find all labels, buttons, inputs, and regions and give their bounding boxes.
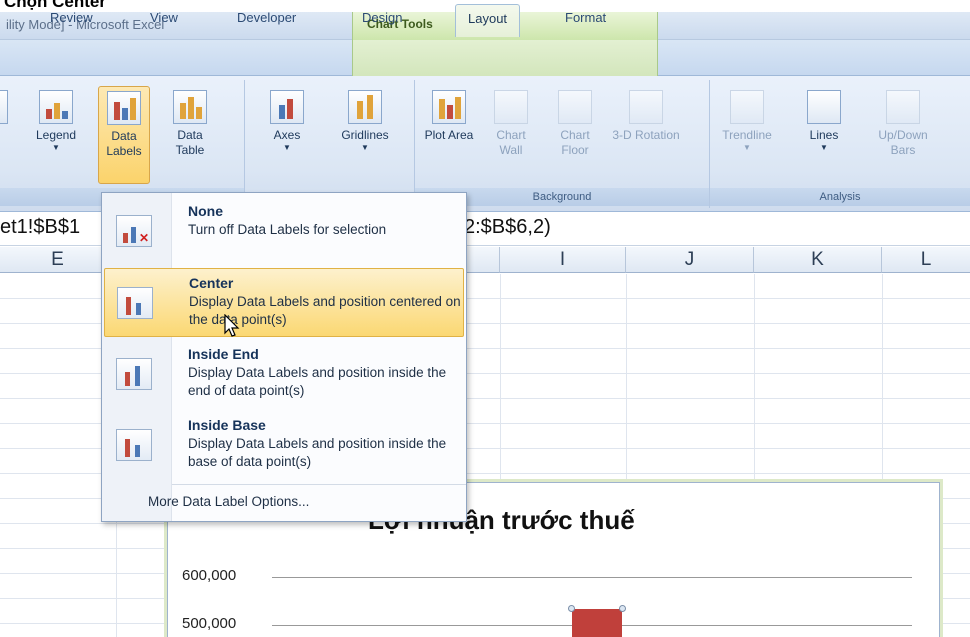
data-labels-icon xyxy=(107,91,141,125)
y-tick-label: 500,000 xyxy=(182,615,237,632)
trendline-button[interactable]: Trendline ▼ xyxy=(716,86,778,184)
updown-bars-label: Up/Down Bars xyxy=(878,128,928,157)
name-box[interactable]: et1!$B$1 xyxy=(0,216,80,239)
column-header-e[interactable]: E xyxy=(0,247,116,273)
gridlines-label: Gridlines xyxy=(341,128,389,142)
column-header-l[interactable]: L xyxy=(882,247,970,273)
tab-view[interactable]: View xyxy=(150,10,178,25)
chart-bar[interactable] xyxy=(572,609,622,637)
column-header-i[interactable]: I xyxy=(500,247,626,273)
menu-item-none[interactable]: ✕ None Turn off Data Labels for selectio… xyxy=(104,197,464,266)
gridlines-button[interactable]: Gridlines ▼ xyxy=(329,86,401,184)
column-header-k[interactable]: K xyxy=(754,247,882,273)
menu-item-title: Inside Base xyxy=(188,417,266,433)
group-analysis: Trendline ▼ Lines ▼ Up/Down Bars Analysi… xyxy=(710,80,970,208)
data-labels-menu: ✕ None Turn off Data Labels for selectio… xyxy=(101,192,467,522)
plot-area-button[interactable]: Plot Area xyxy=(423,86,475,184)
group-axes: Axes ▼ Gridlines ▼ xyxy=(245,80,415,208)
updown-bars-icon xyxy=(886,90,920,124)
trendline-label: Trendline xyxy=(722,128,772,142)
data-labels-button[interactable]: Data Labels xyxy=(98,86,150,184)
tab-developer[interactable]: Developer xyxy=(237,10,296,25)
axes-label: Axes xyxy=(273,128,301,142)
gridlines-icon xyxy=(348,90,382,124)
lines-label: Lines xyxy=(809,128,839,142)
mouse-pointer-icon xyxy=(224,314,240,337)
group-background: Plot Area Chart Wall Chart Floor 3-D Rot… xyxy=(415,80,710,208)
group-labels: Legend ▼ Data Labels Data Table Labels xyxy=(0,80,245,208)
gridline xyxy=(272,577,912,578)
chevron-down-icon: ▼ xyxy=(283,143,291,152)
data-table-icon xyxy=(173,90,207,124)
chart-floor-icon xyxy=(558,90,592,124)
selection-handle[interactable] xyxy=(619,605,626,612)
menu-item-title: Inside End xyxy=(188,346,259,362)
axes-icon xyxy=(270,90,304,124)
selection-handle[interactable] xyxy=(568,605,575,612)
lines-icon xyxy=(807,90,841,124)
data-labels-none-icon: ✕ xyxy=(116,215,152,247)
tab-design[interactable]: Design xyxy=(362,10,402,25)
updown-bars-button[interactable]: Up/Down Bars xyxy=(870,86,936,184)
plot-area-icon xyxy=(432,90,466,124)
data-labels-inside-base-icon xyxy=(116,429,152,461)
chart-wall-icon xyxy=(494,90,528,124)
chevron-down-icon: ▼ xyxy=(52,143,60,152)
tab-review[interactable]: Review xyxy=(50,10,93,25)
menu-item-title: Center xyxy=(189,275,234,291)
tab-layout[interactable]: Layout xyxy=(455,4,521,37)
chart-tools-tabs-bg xyxy=(352,40,658,76)
tab-format[interactable]: Format xyxy=(565,10,606,25)
3d-rotation-label: 3-D Rotation xyxy=(612,128,680,142)
trendline-icon xyxy=(730,90,764,124)
3d-rotation-icon xyxy=(629,90,663,124)
group-label-analysis: Analysis xyxy=(710,188,970,206)
data-labels-inside-end-icon xyxy=(116,358,152,390)
chart-title-button-partial[interactable] xyxy=(0,86,10,184)
data-table-button[interactable]: Data Table xyxy=(164,86,216,184)
chevron-down-icon: ▼ xyxy=(743,143,751,152)
column-header-j[interactable]: J xyxy=(626,247,754,273)
chart-wall-button[interactable]: Chart Wall xyxy=(485,86,537,184)
chart-floor-label: Chart Floor xyxy=(560,128,590,157)
menu-separator xyxy=(172,484,466,485)
data-labels-center-icon xyxy=(117,287,153,319)
menu-item-description: Display Data Labels and position inside … xyxy=(188,436,447,469)
lines-button[interactable]: Lines ▼ xyxy=(798,86,850,184)
legend-icon xyxy=(39,90,73,124)
chart-title-icon xyxy=(0,90,8,124)
y-tick-label: 600,000 xyxy=(182,567,237,584)
formula-text[interactable]: 2:$B$6,2) xyxy=(464,216,551,239)
menu-item-description: Display Data Labels and position inside … xyxy=(188,365,447,398)
menu-item-inside-base[interactable]: Inside Base Display Data Labels and posi… xyxy=(104,411,464,480)
axes-button[interactable]: Axes ▼ xyxy=(261,86,313,184)
legend-label: Legend xyxy=(35,128,77,142)
data-labels-label: Data Labels xyxy=(106,129,142,158)
chevron-down-icon: ▼ xyxy=(361,143,369,152)
more-data-label-options[interactable]: More Data Label Options... xyxy=(148,494,309,509)
menu-item-description: Turn off Data Labels for selection xyxy=(188,222,387,237)
legend-button[interactable]: Legend ▼ xyxy=(30,86,82,184)
3d-rotation-button[interactable]: 3-D Rotation xyxy=(611,86,681,184)
chevron-down-icon: ▼ xyxy=(820,143,828,152)
menu-item-inside-end[interactable]: Inside End Display Data Labels and posit… xyxy=(104,340,464,409)
data-table-label: Data Table xyxy=(175,128,205,157)
menu-item-title: None xyxy=(188,203,223,219)
plot-area-label: Plot Area xyxy=(424,128,474,142)
chart-floor-button[interactable]: Chart Floor xyxy=(549,86,601,184)
menu-item-center[interactable]: Center Display Data Labels and position … xyxy=(104,268,464,337)
chart-wall-label: Chart Wall xyxy=(496,128,526,157)
